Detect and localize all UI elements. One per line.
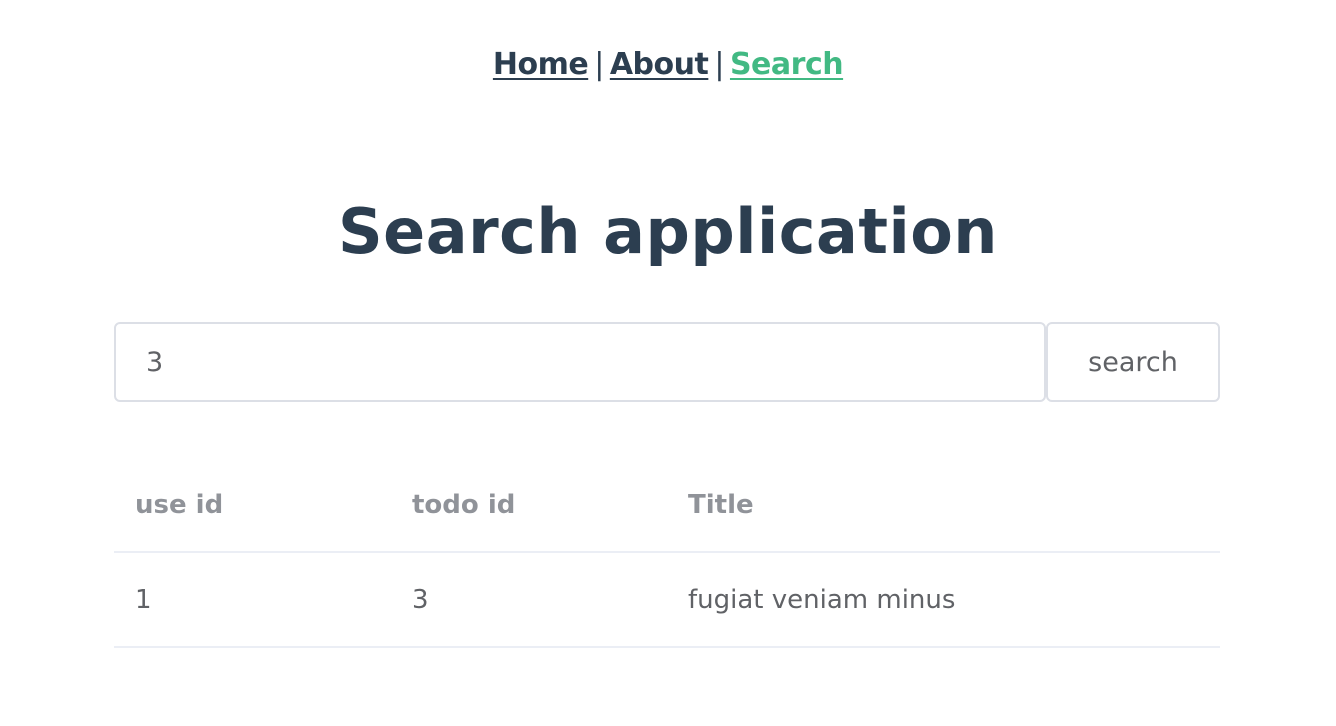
nav-link-about[interactable]: About <box>610 47 709 82</box>
table-header-row: use id todo id Title <box>114 458 1220 553</box>
nav-link-home[interactable]: Home <box>493 47 589 82</box>
column-header-title[interactable]: Title <box>667 458 1220 553</box>
search-input[interactable] <box>114 322 1046 402</box>
search-button[interactable]: search <box>1046 322 1220 402</box>
top-nav: Home | About | Search <box>0 44 1336 86</box>
cell-user-id: 1 <box>114 552 391 648</box>
cell-title: fugiat veniam minus <box>667 552 1220 648</box>
results-table: use id todo id Title 1 3 fugiat veniam m… <box>114 458 1220 648</box>
search-bar: search <box>114 322 1220 402</box>
cell-todo-id: 3 <box>391 552 667 648</box>
nav-separator: | <box>714 47 724 82</box>
table-row[interactable]: 1 3 fugiat veniam minus <box>114 552 1220 648</box>
column-header-user-id[interactable]: use id <box>114 458 391 553</box>
page-title: Search application <box>338 195 998 268</box>
nav-link-search[interactable]: Search <box>730 47 844 82</box>
column-header-todo-id[interactable]: todo id <box>391 458 667 553</box>
nav-separator: | <box>594 47 604 82</box>
